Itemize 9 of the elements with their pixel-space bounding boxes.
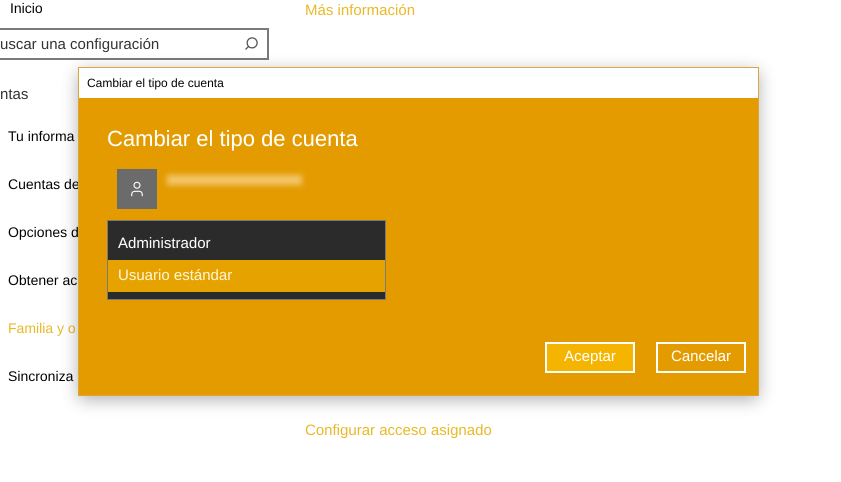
section-heading: ntas: [0, 85, 28, 105]
account-type-option[interactable]: Administrador: [108, 228, 385, 260]
dialog-heading: Cambiar el tipo de cuenta: [107, 125, 359, 153]
search-icon: [244, 36, 259, 51]
user-icon: [128, 180, 146, 198]
search-field[interactable]: uscar una configuración: [0, 28, 269, 60]
home-link[interactable]: Inicio: [0, 0, 43, 16]
dialog-title: Cambiar el tipo de cuenta: [87, 75, 224, 92]
account-type-list[interactable]: Administrador Usuario estándar: [107, 220, 386, 300]
